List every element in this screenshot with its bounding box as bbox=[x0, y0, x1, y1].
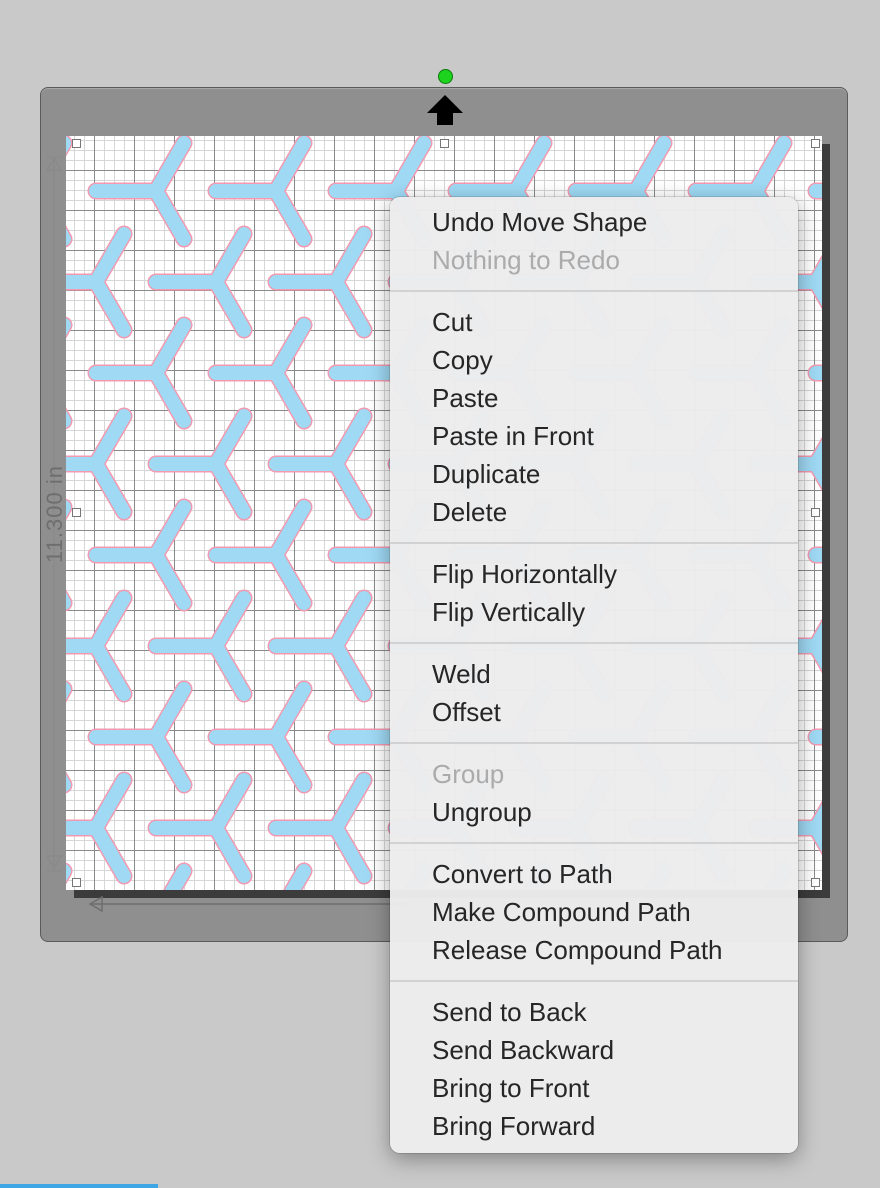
y-shape[interactable] bbox=[87, 316, 193, 430]
y-shape[interactable] bbox=[807, 143, 822, 239]
y-shape[interactable] bbox=[87, 680, 193, 794]
menu-item-paste-in-front[interactable]: Paste in Front bbox=[390, 417, 798, 455]
menu-item-flip-vertically[interactable]: Flip Vertically bbox=[390, 593, 798, 631]
y-shape[interactable] bbox=[66, 589, 133, 703]
menu-item-copy[interactable]: Copy bbox=[390, 341, 798, 379]
menu-item-make-compound-path[interactable]: Make Compound Path bbox=[390, 893, 798, 931]
selection-handle-bottom-right[interactable] bbox=[811, 878, 820, 887]
selection-handle-top[interactable] bbox=[440, 139, 449, 148]
y-shape[interactable] bbox=[207, 680, 313, 794]
y-shape[interactable] bbox=[267, 225, 373, 339]
menu-item-offset[interactable]: Offset bbox=[390, 693, 798, 731]
selection-handle-top-left[interactable] bbox=[72, 139, 81, 148]
y-shape[interactable] bbox=[87, 136, 193, 248]
menu-separator bbox=[390, 290, 798, 292]
menu-separator bbox=[390, 542, 798, 544]
y-shape[interactable] bbox=[66, 407, 133, 521]
menu-item-flip-horizontally[interactable]: Flip Horizontally bbox=[390, 555, 798, 593]
menu-item-cut[interactable]: Cut bbox=[390, 303, 798, 341]
selection-handle-bottom-left[interactable] bbox=[72, 878, 81, 887]
y-shape[interactable] bbox=[207, 316, 313, 430]
y-shape[interactable] bbox=[807, 325, 822, 421]
menu-item-duplicate[interactable]: Duplicate bbox=[390, 455, 798, 493]
y-shape[interactable] bbox=[87, 498, 193, 612]
menu-item-bring-forward[interactable]: Bring Forward bbox=[390, 1107, 798, 1145]
y-shape[interactable] bbox=[147, 589, 253, 703]
selection-handle-right[interactable] bbox=[811, 508, 820, 517]
menu-item-send-backward[interactable]: Send Backward bbox=[390, 1031, 798, 1069]
menu-separator bbox=[390, 742, 798, 744]
y-shape[interactable] bbox=[807, 689, 822, 785]
width-dimension-ruler bbox=[88, 895, 406, 912]
y-shape[interactable] bbox=[807, 507, 822, 603]
menu-item-convert-to-path[interactable]: Convert to Path bbox=[390, 855, 798, 893]
y-shape[interactable] bbox=[66, 771, 133, 885]
menu-item-ungroup[interactable]: Ungroup bbox=[390, 793, 798, 831]
y-shape[interactable] bbox=[207, 136, 313, 248]
y-shape[interactable] bbox=[66, 225, 133, 339]
height-dimension-label: 11.300 in bbox=[42, 465, 67, 563]
y-shape[interactable] bbox=[216, 862, 313, 890]
menu-separator bbox=[390, 642, 798, 644]
y-shape[interactable] bbox=[147, 407, 253, 521]
feed-direction-arrow-icon bbox=[427, 95, 463, 125]
y-shape[interactable] bbox=[147, 771, 253, 885]
context-menu[interactable]: Undo Move Shape Nothing to Redo Cut Copy Pas… bbox=[390, 197, 798, 1153]
y-shape[interactable] bbox=[267, 589, 373, 703]
menu-item-weld[interactable]: Weld bbox=[390, 655, 798, 693]
y-shape[interactable] bbox=[207, 498, 313, 612]
menu-item-bring-to-front[interactable]: Bring to Front bbox=[390, 1069, 798, 1107]
menu-item-release-compound-path[interactable]: Release Compound Path bbox=[390, 931, 798, 969]
menu-item-delete[interactable]: Delete bbox=[390, 493, 798, 531]
menu-item-send-to-back[interactable]: Send to Back bbox=[390, 993, 798, 1031]
menu-separator bbox=[390, 842, 798, 844]
rotate-handle[interactable] bbox=[438, 69, 453, 84]
menu-item-undo-move-shape[interactable]: Undo Move Shape bbox=[390, 203, 798, 241]
y-shape[interactable] bbox=[96, 862, 193, 890]
menu-item-paste[interactable]: Paste bbox=[390, 379, 798, 417]
selection-handle-left[interactable] bbox=[72, 508, 81, 517]
bottom-accent-bar bbox=[0, 1184, 158, 1188]
menu-separator bbox=[390, 980, 798, 982]
selection-handle-top-right[interactable] bbox=[811, 139, 820, 148]
y-shape[interactable] bbox=[267, 771, 373, 885]
menu-item-group: Group bbox=[432, 759, 505, 789]
menu-item-nothing-to-redo: Nothing to Redo bbox=[432, 245, 620, 275]
y-shape[interactable] bbox=[267, 407, 373, 521]
y-shape[interactable] bbox=[147, 225, 253, 339]
